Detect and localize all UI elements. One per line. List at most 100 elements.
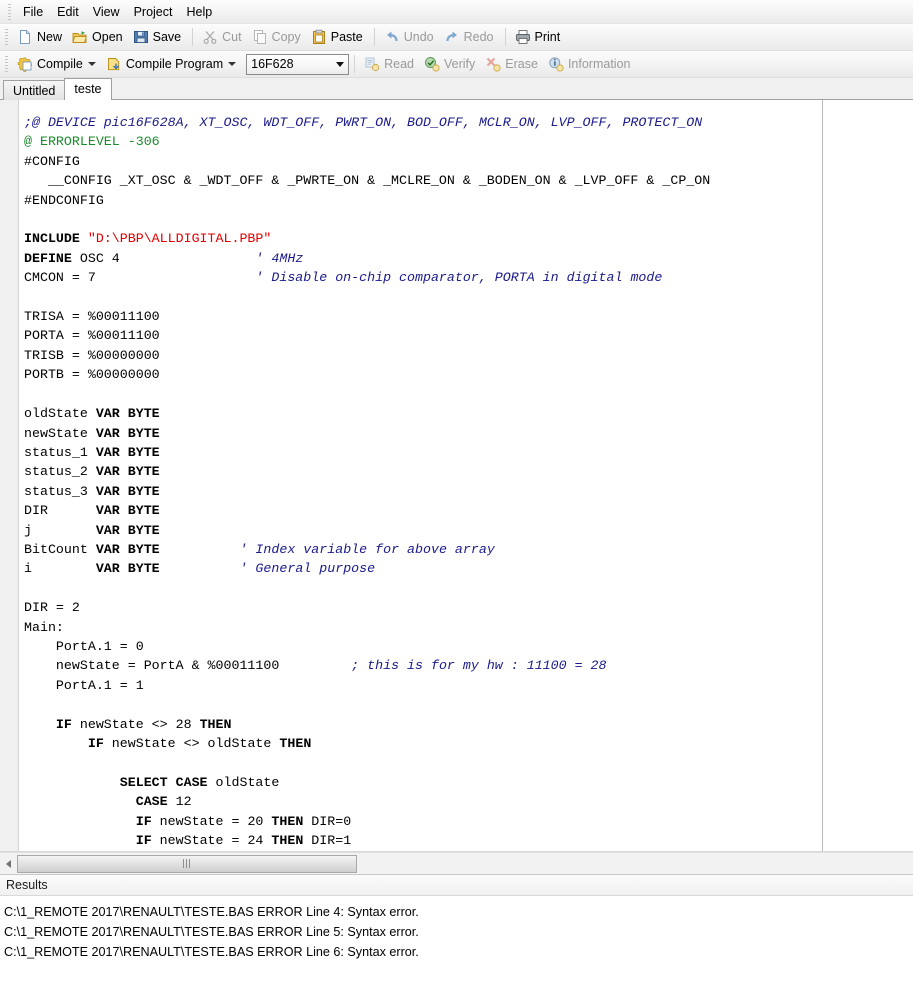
code-token: PORTB = %00000000 [24, 367, 160, 382]
code-token: newState <> oldState [104, 736, 280, 751]
code-token: ; this is for my hw : 11100 = 28 [351, 658, 606, 673]
read-chip-icon [364, 56, 380, 72]
compile-program-button[interactable]: Compile Program [102, 53, 242, 76]
save-button[interactable]: Save [129, 26, 188, 49]
open-folder-icon [72, 29, 88, 45]
code-token: status_3 [24, 484, 96, 499]
code-token: ' Disable on-chip comparator, PORTA in d… [255, 270, 662, 285]
cut-button[interactable]: Cut [198, 26, 247, 49]
device-select-chevron-down-icon[interactable] [331, 55, 348, 74]
menu-edit[interactable]: Edit [50, 2, 86, 22]
code-area[interactable]: ;@ DEVICE pic16F628A, XT_OSC, WDT_OFF, P… [19, 100, 913, 851]
code-token [24, 833, 136, 848]
code-token: TRISA = %00011100 [24, 309, 160, 324]
device-select[interactable]: 16F628 [246, 54, 349, 75]
menu-file[interactable]: File [16, 2, 50, 22]
compile-toolbar: Compile Compile Program 16F628 [0, 51, 913, 78]
code-token: PortA.1 = 1 [24, 678, 144, 693]
information-button[interactable]: Information [544, 53, 637, 76]
erase-x-icon [485, 56, 501, 72]
read-button[interactable]: Read [360, 53, 420, 76]
new-button[interactable]: New [13, 26, 68, 49]
code-token: BitCount [24, 542, 96, 557]
tab-untitled[interactable]: Untitled [3, 80, 65, 100]
compile-program-dropdown-caret-icon[interactable] [228, 62, 236, 66]
result-error-line: C:\1_REMOTE 2017\RENAULT\TESTE.BAS ERROR… [4, 942, 913, 962]
scrollbar-track[interactable] [17, 854, 913, 874]
scrollbar-thumb-grip-icon [183, 859, 191, 868]
menu-project[interactable]: Project [127, 2, 180, 22]
file-toolbar-grip-handle[interactable] [5, 29, 8, 45]
verify-check-icon [424, 56, 440, 72]
code-token: DIR=1 [303, 833, 351, 848]
code-token: ' 4MHz [255, 251, 303, 266]
compile-dropdown-caret-icon[interactable] [88, 62, 96, 66]
editor-horizontal-scrollbar[interactable] [0, 852, 913, 874]
code-token: DIR [24, 503, 96, 518]
code-editor: ;@ DEVICE pic16F628A, XT_OSC, WDT_OFF, P… [0, 100, 913, 852]
menu-view[interactable]: View [86, 2, 127, 22]
menu-help[interactable]: Help [179, 2, 219, 22]
code-token: 12 [168, 794, 192, 809]
code-token: newState [24, 426, 96, 441]
code-token: "D:\PBP\ALLDIGITAL.PBP" [88, 231, 272, 246]
compile-button[interactable]: Compile [13, 53, 102, 76]
results-panel-body[interactable]: C:\1_REMOTE 2017\RENAULT\TESTE.BAS ERROR… [0, 896, 913, 981]
redo-button[interactable]: Redo [440, 26, 500, 49]
printer-icon [515, 29, 531, 45]
code-token [24, 794, 136, 809]
code-token: status_2 [24, 464, 96, 479]
code-token: IF [136, 814, 152, 829]
result-error-line: C:\1_REMOTE 2017\RENAULT\TESTE.BAS ERROR… [4, 922, 913, 942]
code-token: THEN [271, 833, 303, 848]
copy-button-label: Copy [272, 30, 301, 44]
compile-program-button-label: Compile Program [126, 57, 223, 71]
device-select-value: 16F628 [247, 57, 331, 71]
code-token: SELECT CASE [120, 775, 208, 790]
code-token: CMCON = 7 [24, 270, 255, 285]
editor-gutter[interactable] [0, 100, 19, 851]
undo-button-label: Undo [404, 30, 434, 44]
scroll-left-arrow-icon[interactable] [0, 854, 17, 874]
code-token: VAR BYTE [96, 484, 160, 499]
save-button-label: Save [153, 30, 182, 44]
paste-button[interactable]: Paste [307, 26, 369, 49]
erase-button[interactable]: Erase [481, 53, 544, 76]
toolbar-separator-2 [374, 28, 375, 46]
code-token: OSC 4 [80, 251, 256, 266]
results-panel-title: Results [6, 878, 48, 892]
source-code-text[interactable]: ;@ DEVICE pic16F628A, XT_OSC, WDT_OFF, P… [19, 100, 913, 850]
compile-toolbar-grip-handle[interactable] [5, 56, 8, 72]
code-token: IF [136, 833, 152, 848]
copy-button[interactable]: Copy [248, 26, 307, 49]
code-token: @ ERRORLEVEL -306 [24, 134, 160, 149]
code-token: PortA.1 = 0 [24, 639, 144, 654]
code-token: VAR BYTE [96, 503, 160, 518]
print-button[interactable]: Print [511, 26, 567, 49]
paste-button-label: Paste [331, 30, 363, 44]
code-token: VAR BYTE [96, 445, 160, 460]
open-button[interactable]: Open [68, 26, 129, 49]
code-token: status_1 [24, 445, 96, 460]
compile-toolbar-separator-1 [354, 55, 355, 73]
code-token [24, 775, 120, 790]
code-token [160, 542, 240, 557]
code-token: oldState [208, 775, 280, 790]
redo-arrow-icon [444, 29, 460, 45]
scrollbar-thumb[interactable] [17, 855, 357, 873]
clipboard-icon [311, 29, 327, 45]
pbp-ide-window: File Edit View Project Help New [0, 0, 913, 981]
menu-grip-handle[interactable] [8, 4, 11, 20]
cut-button-label: Cut [222, 30, 241, 44]
code-token: VAR BYTE [96, 426, 160, 441]
code-token: newState = 20 [152, 814, 272, 829]
code-token: ' Index variable for above array [239, 542, 494, 557]
open-button-label: Open [92, 30, 123, 44]
tab-teste[interactable]: teste [64, 78, 111, 100]
code-token: VAR BYTE [96, 464, 160, 479]
undo-button[interactable]: Undo [380, 26, 440, 49]
verify-button[interactable]: Verify [420, 53, 481, 76]
code-token: newState = 24 [152, 833, 272, 848]
code-token: Main: [24, 620, 64, 635]
copy-icon [252, 29, 268, 45]
